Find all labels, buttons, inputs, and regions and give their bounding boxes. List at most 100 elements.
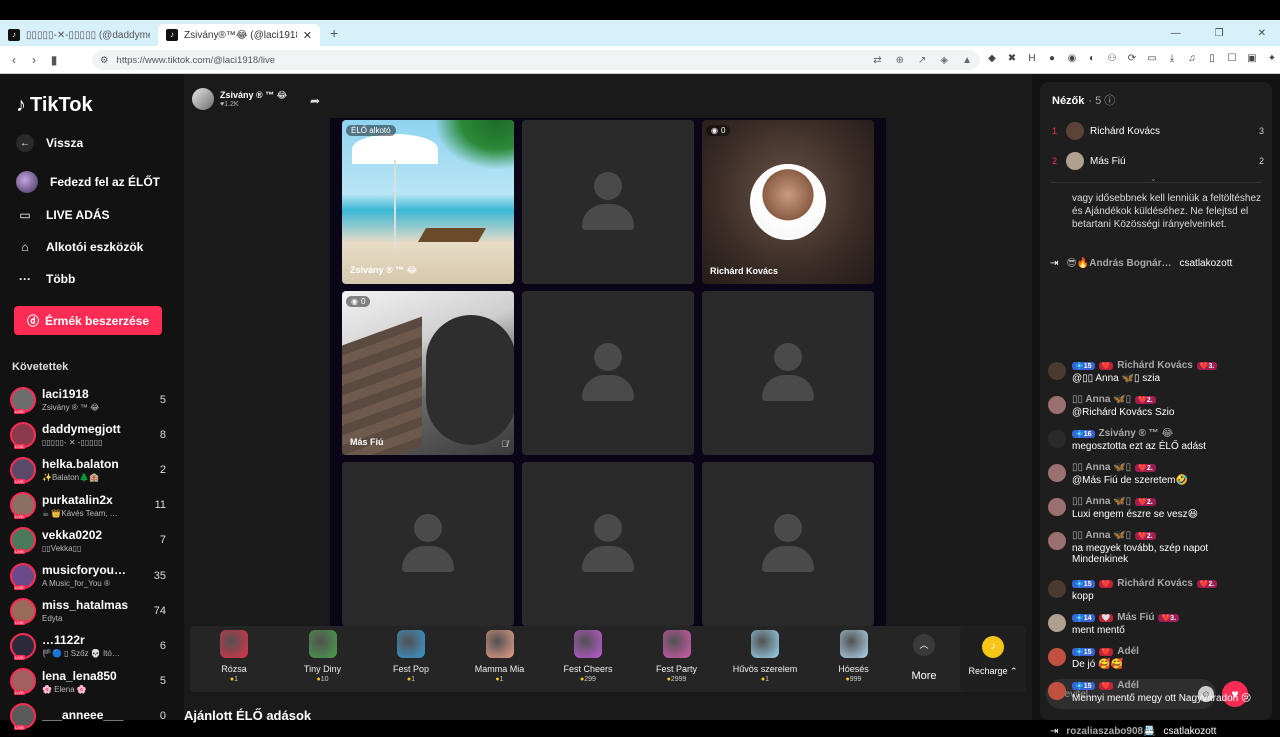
more-link[interactable]: ··· Több — [16, 270, 75, 288]
maximize-icon[interactable]: ❐ — [1215, 28, 1224, 39]
join-username[interactable]: rozaliaszabo908📇 — [1066, 726, 1155, 737]
following-item[interactable]: LIVE musicforyou… A Music_for_You ® 35 — [10, 558, 178, 593]
host-avatar[interactable] — [192, 88, 214, 110]
message-username[interactable]: ▯▯ Anna 🦋▯ — [1072, 530, 1131, 541]
extension-icon[interactable]: H — [1026, 52, 1038, 66]
chat-message[interactable]: 💠16 Zsivány ® ™ 😂 megosztotta ezt az ÉLŐ a… — [1048, 428, 1264, 452]
guest-video-richard[interactable]: ◉ 0 Richárd Kovács — [702, 120, 874, 284]
home-icon: ⌂ — [21, 240, 29, 254]
extension-icon[interactable]: ◆ — [986, 52, 998, 66]
bookmark-icon[interactable]: ▮ — [44, 53, 64, 67]
empty-guest-slot[interactable] — [522, 291, 694, 455]
host-info[interactable]: Zsivány ® ™ 😂 ♥1.2K — [192, 88, 287, 110]
get-coins-button[interactable]: ⓓ Érmék beszerzése — [14, 306, 162, 335]
following-item[interactable]: LIVE ___anneee___ 0 — [10, 699, 178, 734]
browser-tab-laci1918[interactable]: ♪ Zsivány®™😂 (@laci1918) É… ✕ — [158, 24, 320, 46]
chat-message[interactable]: 💠15 ❤️ Adél Mennyi mentő megy ott Nagyvárad… — [1048, 680, 1264, 704]
message-username[interactable]: ▯▯ Anna 🦋▯ — [1072, 496, 1131, 507]
following-item[interactable]: LIVE laci1918 Zsivány ® ™ 😂 5 — [10, 382, 178, 417]
extension-icon[interactable]: ◐ — [1086, 52, 1098, 66]
sidebar-icon[interactable]: ▯ — [1206, 52, 1218, 66]
following-item[interactable]: LIVE lena_lena850 🌸 Elena 🌸 5 — [10, 664, 178, 699]
share-icon[interactable]: ➦ — [310, 94, 320, 108]
following-item[interactable]: LIVE helka.balaton ✨Balaton🌲🏨 2 — [10, 452, 178, 487]
address-bar[interactable]: ⚙ https://www.tiktok.com/@laci1918/live … — [92, 50, 980, 70]
extension-icon[interactable]: ▣ — [1246, 52, 1258, 66]
new-tab-button[interactable]: + — [330, 25, 338, 41]
extension-icon[interactable]: ☐ — [1226, 52, 1238, 66]
explore-live-link[interactable]: Fedezd fel az ÉLŐT — [16, 171, 160, 193]
gift-item[interactable]: Mamma Mia ●1 — [460, 630, 540, 683]
browser-tab-daddymegjott[interactable]: ♪ ▯▯▯▯▯-✕-▯▯▯▯▯ (@daddyme… — [0, 24, 158, 46]
extension-icon[interactable]: ⟳ — [1126, 52, 1138, 66]
chat-message[interactable]: ▯▯ Anna 🦋▯ ❤️2. na megyek tovább, szép nap… — [1048, 530, 1264, 565]
warning-icon[interactable]: ▲ — [962, 55, 972, 66]
gift-item[interactable]: Rózsa ●1 — [194, 630, 274, 683]
guest-video-beach[interactable]: ÉLŐ alkotó Zsivány ® ™ 😂 — [342, 120, 514, 284]
extension-icon[interactable]: ▭ — [1146, 52, 1158, 66]
close-tab-icon[interactable]: ✕ — [303, 29, 312, 42]
following-item[interactable]: LIVE daddymegjott ▯▯▯▯▯- ✕ -▯▯▯▯▯ 8 — [10, 417, 178, 452]
gift-item[interactable]: Hűvös szerelem ●1 — [725, 630, 805, 683]
empty-guest-slot[interactable] — [702, 291, 874, 455]
gift-item[interactable]: Tiny Diny ●10 — [283, 630, 363, 683]
gift-item[interactable]: Fest Pop ●1 — [371, 630, 451, 683]
chat-message[interactable]: ▯▯ Anna 🦋▯ ❤️2. @Más Fiú de szeretem🤣 — [1048, 462, 1264, 486]
guest-tag-text: ÉLŐ alkotó — [351, 126, 391, 135]
forward-arrow-icon[interactable]: › — [24, 53, 44, 67]
extension-icon[interactable]: ⚇ — [1106, 52, 1118, 66]
message-username[interactable]: Richárd Kovács — [1117, 360, 1193, 371]
empty-guest-slot[interactable] — [522, 462, 694, 626]
live-link[interactable]: ▭ LIVE ADÁS — [16, 206, 109, 224]
extension-icon[interactable]: ✖ — [1006, 52, 1018, 66]
shield-icon[interactable]: ◈ — [940, 55, 948, 66]
message-username[interactable]: Adél — [1117, 680, 1139, 691]
extension-icon[interactable]: ● — [1046, 52, 1058, 66]
guest-video-masfiu[interactable]: 🎙̸ ◉ 0 Más Fiú — [342, 291, 514, 455]
music-icon[interactable]: ♫ — [1186, 52, 1198, 66]
recharge-button[interactable]: ♪ Recharge ⌃ — [960, 626, 1026, 692]
message-username[interactable]: Richárd Kovács — [1117, 578, 1193, 589]
chat-message[interactable]: ▯▯ Anna 🦋▯ ❤️2. @Richárd Kovács Szio — [1048, 394, 1264, 418]
zoom-icon[interactable]: ⊕ — [896, 55, 904, 66]
site-settings-icon[interactable]: ⚙ — [100, 55, 109, 66]
following-item[interactable]: LIVE vekka0202 ▯▯Vekka▯▯ 7 — [10, 523, 178, 558]
minimize-icon[interactable]: — — [1171, 28, 1181, 39]
following-item[interactable]: LIVE purkatalin2x ☕ 👑Kávés Team, … 11 — [10, 488, 178, 523]
back-button[interactable]: ← Vissza — [16, 134, 83, 152]
tiktok-logo[interactable]: ♪ TikTok — [16, 94, 93, 117]
translate-icon[interactable]: ⇄ — [873, 55, 881, 66]
back-arrow-icon[interactable]: ‹ — [4, 53, 24, 67]
message-header: 💠15 ❤️ Richárd Kovács ❤️2. — [1072, 578, 1218, 589]
empty-guest-slot[interactable] — [522, 120, 694, 284]
chat-message[interactable]: 💠15 ❤️ Richárd Kovács ❤️3. @▯▯ Anna 🦋▯ szia — [1048, 360, 1264, 384]
chat-message[interactable]: 💠14 🤍 Más Fiú ❤️3. ment mentő — [1048, 612, 1264, 636]
gift-item[interactable]: Fest Cheers ●299 — [548, 630, 628, 683]
message-username[interactable]: ▯▯ Anna 🦋▯ — [1072, 462, 1131, 473]
extension-icon[interactable]: ◉ — [1066, 52, 1078, 66]
top-viewer[interactable]: 2 Más Fiú 2 — [1052, 152, 1264, 170]
message-username[interactable]: Zsivány ® ™ 😂 — [1099, 428, 1174, 439]
join-username[interactable]: 😎🔥András Bognár… — [1066, 258, 1171, 269]
empty-guest-slot[interactable] — [702, 462, 874, 626]
gift-gem-icon: ◉ — [351, 297, 358, 306]
empty-guest-slot[interactable] — [342, 462, 514, 626]
message-username[interactable]: Adél — [1117, 646, 1139, 657]
download-icon[interactable]: ⤓ — [1166, 52, 1178, 66]
chat-message[interactable]: 💠15 ❤️ Adél De jó 🥰🥰 — [1048, 646, 1264, 670]
creator-tools-link[interactable]: ⌂ Alkotói eszközök — [16, 238, 143, 256]
message-username[interactable]: ▯▯ Anna 🦋▯ — [1072, 394, 1131, 405]
close-window-icon[interactable]: ✕ — [1258, 28, 1266, 39]
following-item[interactable]: LIVE …1122r 🏴🔵 ▯ Szőz 💀 Itó… 6 — [10, 628, 178, 663]
top-viewer[interactable]: 1 Richárd Kovács 3 — [1052, 122, 1264, 140]
extension-icon[interactable]: ✦ — [1266, 52, 1278, 66]
following-item[interactable]: LIVE miss_hatalmas Edyta 74 — [10, 593, 178, 628]
share-page-icon[interactable]: ↗ — [918, 55, 926, 66]
gift-item[interactable]: Fest Party ●2999 — [637, 630, 717, 683]
chat-message[interactable]: ▯▯ Anna 🦋▯ ❤️2. Luxi engem észre se vesz😆 — [1048, 496, 1264, 520]
gift-item[interactable]: Hóesés ●999 — [814, 630, 894, 683]
following-subtitle: ✨Balaton🌲🏨 — [42, 473, 100, 483]
message-username[interactable]: Más Fiú — [1117, 612, 1154, 623]
more-gifts-button[interactable]: ︿ More — [904, 634, 944, 682]
chat-message[interactable]: 💠15 ❤️ Richárd Kovács ❤️2. kopp — [1048, 578, 1264, 602]
